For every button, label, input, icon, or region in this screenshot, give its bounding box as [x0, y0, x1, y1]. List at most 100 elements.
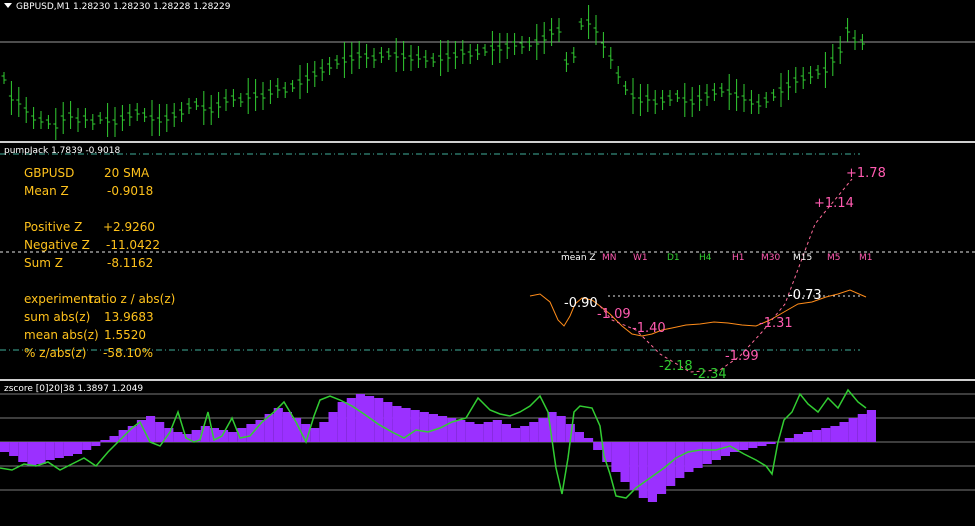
- price-bar: [637, 84, 643, 116]
- zscore-histogram-bar: [711, 442, 721, 460]
- timeframe-label: M1: [859, 253, 873, 263]
- zscore-histogram-bar: [511, 428, 521, 442]
- zscore-histogram-bar: [684, 442, 694, 472]
- zscore-histogram-bar: [529, 422, 539, 442]
- price-bar: [526, 37, 532, 51]
- price-bar: [105, 103, 111, 137]
- pane-separator[interactable]: [0, 379, 975, 381]
- price-bar: [341, 42, 347, 78]
- price-bar: [726, 74, 732, 110]
- z-value-label: -1.99: [725, 349, 759, 364]
- zscore-histogram-bar: [383, 402, 393, 442]
- price-bar: [8, 81, 14, 115]
- zscore-histogram-bar: [702, 442, 712, 464]
- zscore-histogram-bar: [282, 412, 292, 442]
- dropdown-triangle-icon[interactable]: [4, 3, 12, 8]
- price-bar: [785, 70, 791, 100]
- stat-value: -58.10%: [103, 346, 154, 360]
- price-bar: [608, 47, 614, 69]
- price-bar: [556, 18, 562, 42]
- price-bar: [401, 41, 407, 71]
- pane-separator[interactable]: [0, 141, 975, 143]
- price-bar: [171, 103, 177, 127]
- zscore-histogram-bar: [793, 434, 803, 442]
- stat-value: -11.0422: [106, 238, 160, 252]
- stat-value: -8.1162: [107, 256, 154, 270]
- zscore-histogram-bar: [27, 442, 37, 466]
- zscore-histogram-bar: [82, 442, 92, 450]
- price-bar: [68, 101, 74, 129]
- z-value-label: -2.34: [693, 367, 727, 379]
- price-bar: [452, 41, 458, 69]
- z-value-label: -1.09: [597, 307, 631, 322]
- zscore-indicator-pane[interactable]: zscore [0]20|38 1.3897 1.2049: [0, 382, 975, 526]
- price-bar: [312, 61, 318, 87]
- zscore-histogram-bar: [319, 422, 329, 442]
- price-bar: [142, 108, 148, 122]
- zscore-histogram-bar: [374, 398, 384, 442]
- price-bar: [275, 78, 281, 98]
- zscore-graphics: [0, 388, 975, 502]
- price-bar: [267, 80, 273, 104]
- price-bar: [586, 5, 592, 39]
- price-bars[interactable]: [0, 0, 975, 140]
- zscore-histogram-bar: [866, 410, 876, 442]
- price-bar: [208, 95, 214, 125]
- zscore-histogram-bar: [483, 422, 493, 442]
- price-bar: [630, 78, 636, 114]
- price-bar: [519, 36, 525, 54]
- price-bar: [711, 83, 717, 101]
- price-bar: [349, 42, 355, 74]
- zscore-pane-title: zscore [0]20|38 1.3897 1.2049: [4, 384, 144, 394]
- zscore-histogram-bar: [337, 402, 347, 442]
- price-bar: [497, 33, 503, 63]
- price-bar: [837, 36, 843, 64]
- zscore-histogram-bar: [520, 426, 530, 442]
- pumpjack-indicator-pane[interactable]: pumpJack 1.7839 -0.9018 GBPUSD 20 SMA Mean…: [0, 144, 975, 379]
- price-bar: [164, 104, 170, 132]
- stat-value: ratio z / abs(z): [89, 292, 176, 306]
- zscore-histogram-bar: [355, 394, 365, 442]
- price-bar: [112, 107, 118, 137]
- price-pane-title: GBPUSD,M1 1.28230 1.28230 1.28228 1.2822…: [4, 2, 230, 12]
- price-bar: [845, 18, 851, 42]
- zscore-histogram-bar: [693, 442, 703, 468]
- price-bar: [734, 79, 740, 111]
- zscore-histogram-bar: [100, 440, 110, 442]
- price-bar: [31, 107, 37, 129]
- zscore-histogram-bar: [574, 432, 584, 442]
- price-bar: [356, 41, 362, 69]
- price-bar: [778, 73, 784, 107]
- timeframe-label: M5: [827, 253, 841, 263]
- price-bar: [512, 33, 518, 55]
- zscore-histogram-bar: [465, 422, 475, 442]
- price-bar: [808, 66, 814, 84]
- price-chart-pane[interactable]: GBPUSD,M1 1.28230 1.28230 1.28228 1.2822…: [0, 0, 975, 140]
- timeframe-label: D1: [667, 253, 680, 263]
- price-bar: [771, 89, 777, 101]
- price-bar: [179, 102, 185, 122]
- price-bar: [748, 90, 754, 114]
- price-bar: [475, 44, 481, 60]
- price-bar: [60, 102, 66, 134]
- zscore-histogram-bar: [328, 412, 338, 442]
- price-bar: [53, 108, 59, 140]
- zscore-histogram-bar: [474, 424, 484, 442]
- price-bar: [245, 78, 251, 114]
- price-bar: [415, 46, 421, 68]
- zscore-histogram-bar: [246, 424, 256, 442]
- price-bar: [593, 15, 599, 45]
- price-bar: [674, 90, 680, 102]
- price-bar: [504, 33, 510, 59]
- price-bar: [460, 40, 466, 64]
- zscore-histogram-bar: [428, 414, 438, 442]
- z-value-label: +1.14: [814, 196, 854, 211]
- zscore-histogram-bar: [173, 432, 183, 442]
- zscore-histogram-bar: [675, 442, 685, 478]
- stat-label: Negative Z: [24, 238, 90, 252]
- zscore-histogram-bar: [803, 432, 813, 442]
- timeframe-label: M15: [793, 253, 813, 263]
- zscore-histogram-bar: [757, 442, 767, 446]
- zscore-histogram-bar: [45, 442, 55, 460]
- price-bar: [645, 84, 651, 112]
